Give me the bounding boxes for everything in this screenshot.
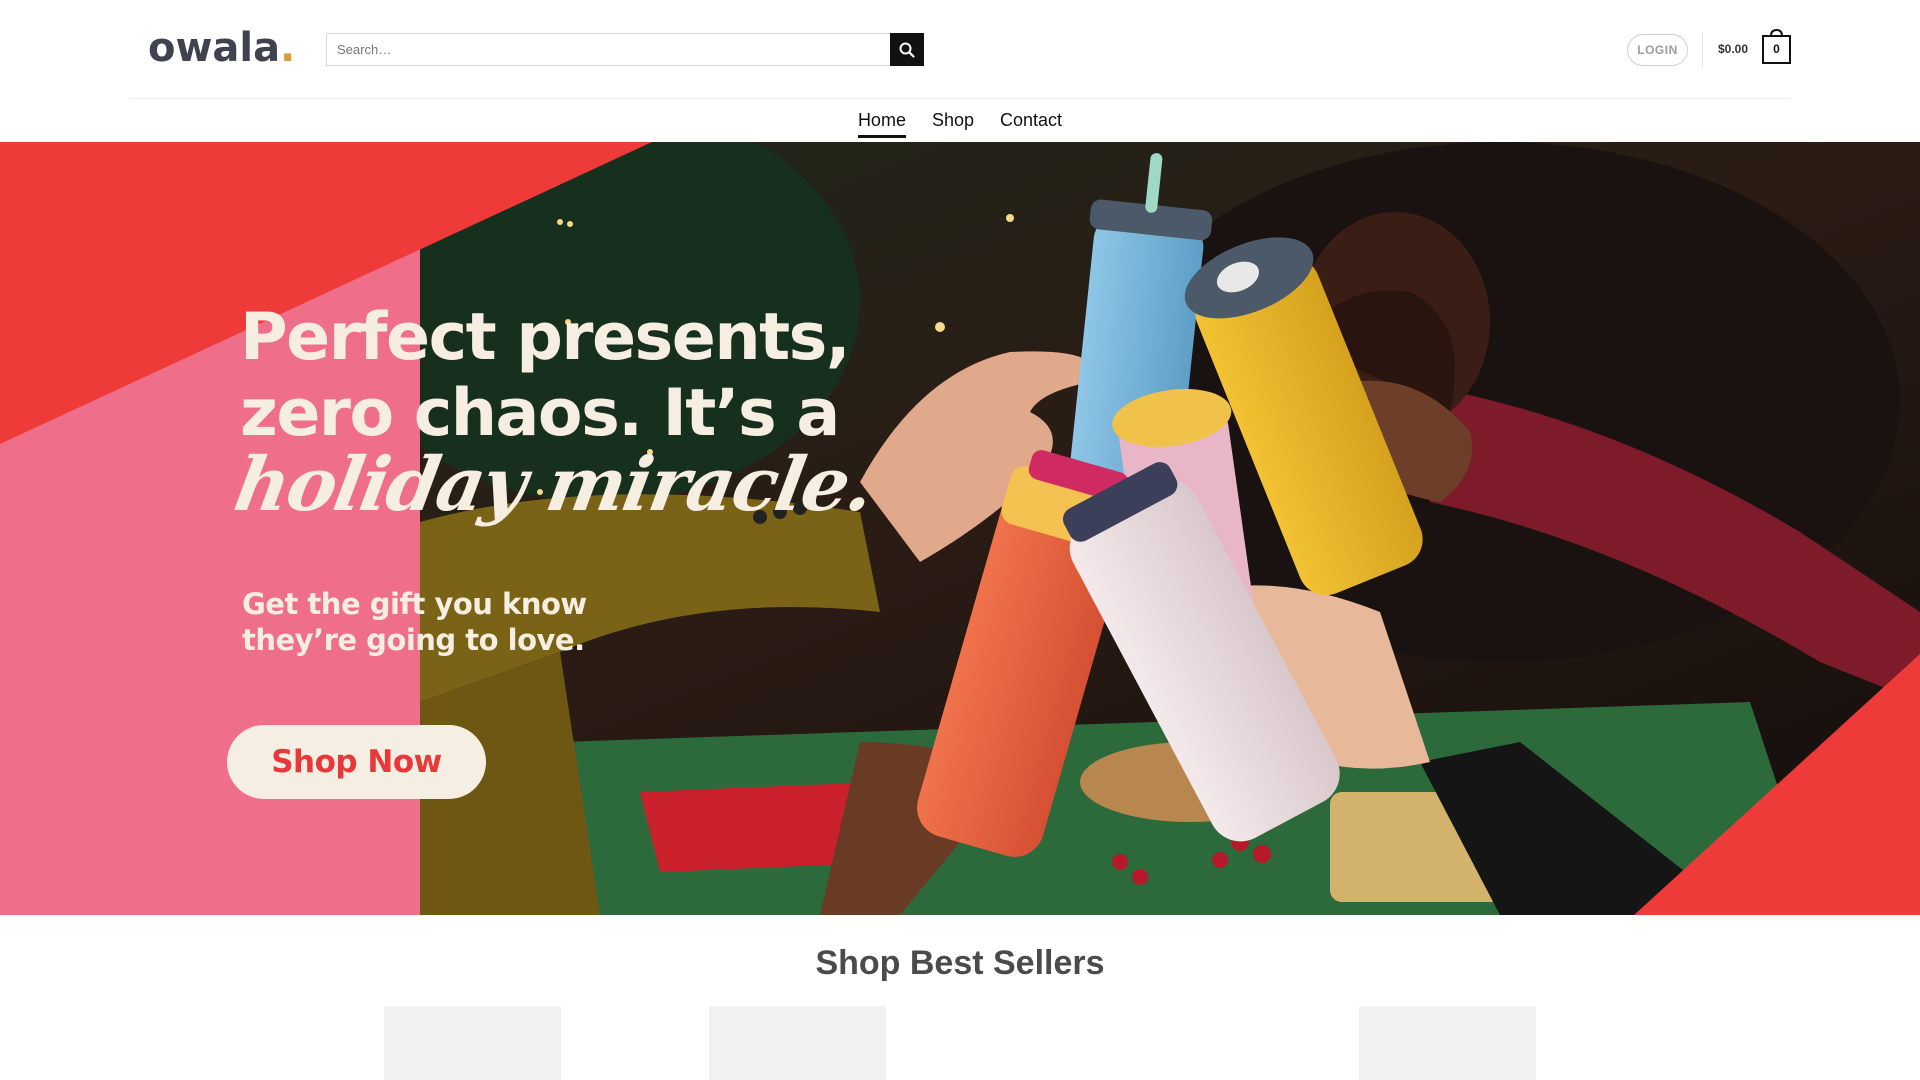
- hero-headline-line1: Perfect presents,: [240, 300, 851, 375]
- hero-background: [0, 142, 1920, 915]
- hero-sub-line2: they’re going to love.: [242, 623, 585, 657]
- header-divider: [1702, 32, 1703, 68]
- best-sellers-title: Shop Best Sellers: [815, 944, 1105, 982]
- nav-item-shop[interactable]: Shop: [932, 100, 974, 140]
- search-form: [326, 33, 924, 66]
- nav-item-contact[interactable]: Contact: [1000, 100, 1062, 140]
- hero-banner[interactable]: Perfect presents, zero chaos. It’s a hol…: [0, 142, 1920, 915]
- main-nav: Home Shop Contact: [0, 100, 1920, 142]
- cart-total[interactable]: $0.00: [1718, 42, 1748, 56]
- product-card[interactable]: [384, 1006, 561, 1080]
- search-icon: [899, 42, 915, 58]
- shop-now-button[interactable]: Shop Now: [227, 725, 486, 799]
- hero-script-text: holiday miracle.: [228, 442, 879, 528]
- hero-headline: Perfect presents, zero chaos. It’s a: [240, 300, 851, 452]
- site-header: owala. LOGIN $0.00 0: [0, 0, 1920, 99]
- cart-count-badge: 0: [1773, 42, 1780, 56]
- product-card[interactable]: [709, 1006, 886, 1080]
- login-button[interactable]: LOGIN: [1627, 34, 1688, 66]
- header-inner: owala. LOGIN $0.00 0: [130, 0, 1791, 99]
- logo-text: owala: [148, 25, 281, 71]
- nav-item-home[interactable]: Home: [857, 100, 906, 140]
- logo-dot: .: [280, 25, 296, 71]
- hero-subheading: Get the gift you know they’re going to l…: [242, 586, 642, 658]
- owala-logo[interactable]: owala.: [148, 23, 295, 73]
- product-card[interactable]: [1359, 1006, 1536, 1080]
- search-button[interactable]: [890, 33, 924, 66]
- hero-headline-line2: zero chaos. It’s a: [240, 376, 840, 451]
- hero-sub-line1: Get the gift you know: [242, 587, 587, 621]
- search-input[interactable]: [326, 33, 890, 66]
